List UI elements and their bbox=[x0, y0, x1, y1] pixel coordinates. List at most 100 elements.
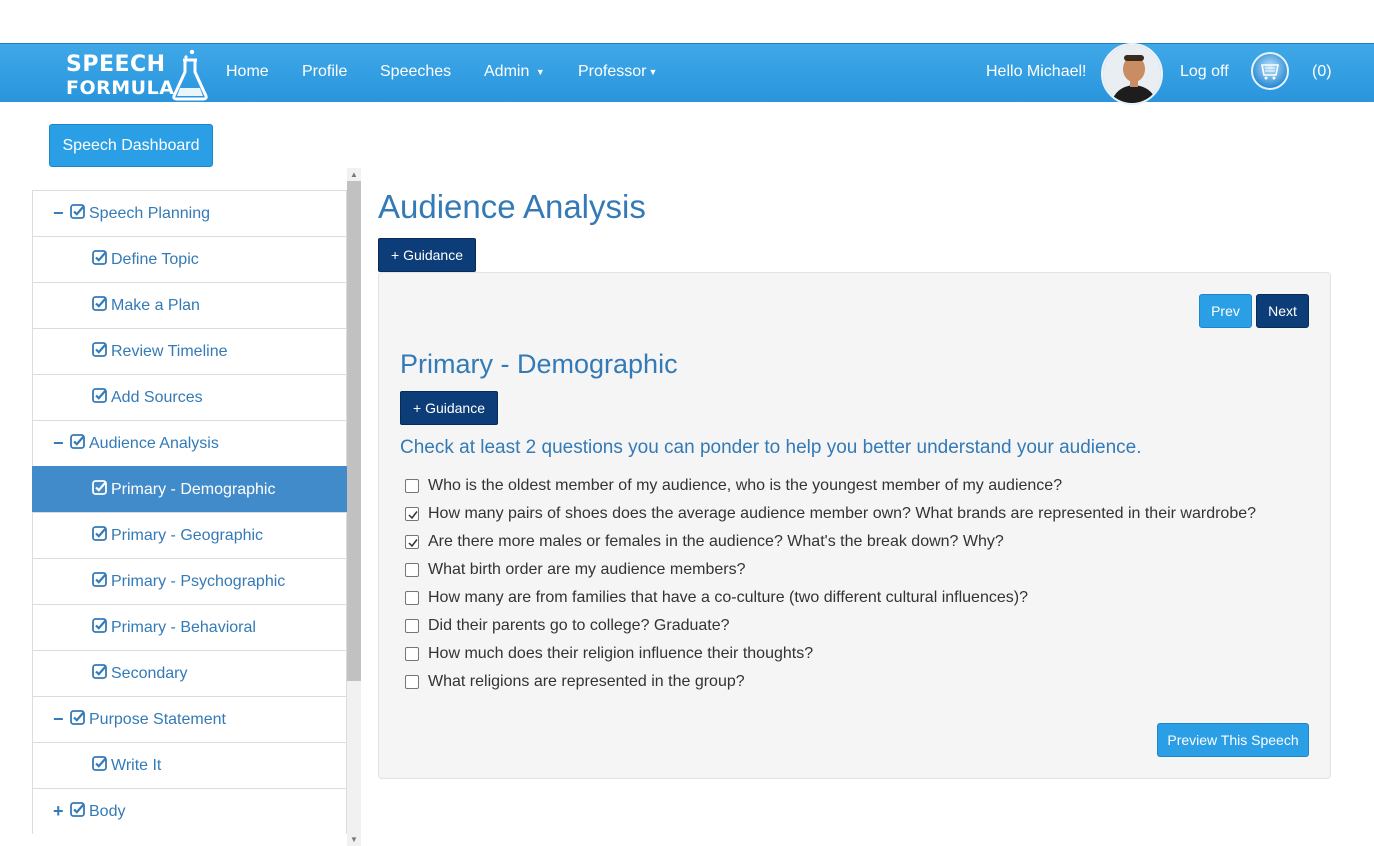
sidebar-item[interactable]: Secondary bbox=[32, 650, 347, 696]
sidebar-item[interactable]: Add Sources bbox=[32, 374, 347, 420]
nav-professor-label: Professor bbox=[578, 63, 647, 80]
speech-formula-logo[interactable]: SPEECH FORMULA bbox=[64, 49, 214, 101]
sidebar-item[interactable]: Review Timeline bbox=[32, 328, 347, 374]
check-square-icon bbox=[92, 479, 107, 500]
sidebar-item[interactable]: Primary - Geographic bbox=[32, 512, 347, 558]
nav-profile[interactable]: Profile bbox=[302, 63, 347, 81]
question-text[interactable]: How many are from families that have a c… bbox=[428, 589, 1028, 607]
sidebar-scrollbar[interactable]: ▲ ▼ bbox=[347, 168, 361, 846]
question-item: Are there more males or females in the a… bbox=[405, 528, 1256, 556]
checkbox-unchecked[interactable] bbox=[405, 591, 419, 605]
check-square-icon bbox=[92, 571, 107, 592]
checkbox-unchecked[interactable] bbox=[405, 563, 419, 577]
sidebar-item-label: Add Sources bbox=[111, 388, 203, 406]
sidebar-item[interactable]: − Speech Planning bbox=[32, 190, 347, 236]
sidebar-item-label: Secondary bbox=[111, 664, 188, 682]
sidebar-item-label: Primary - Geographic bbox=[111, 526, 264, 544]
sidebar-item[interactable]: + Body bbox=[32, 788, 347, 834]
cart-icon bbox=[1261, 64, 1279, 80]
check-square-icon bbox=[92, 755, 107, 776]
checkbox-checked[interactable] bbox=[405, 507, 419, 521]
collapse-icon[interactable]: − bbox=[53, 433, 67, 454]
prev-button[interactable]: Prev bbox=[1199, 294, 1252, 328]
sidebar-item[interactable]: Make a Plan bbox=[32, 282, 347, 328]
scroll-down-arrow-icon[interactable]: ▼ bbox=[347, 833, 361, 846]
section-title: Primary - Demographic bbox=[400, 349, 678, 379]
question-text[interactable]: Who is the oldest member of my audience,… bbox=[428, 477, 1062, 495]
check-square-icon bbox=[92, 341, 107, 362]
sidebar-item-label: Make a Plan bbox=[111, 296, 200, 314]
speech-dashboard-button[interactable]: Speech Dashboard bbox=[49, 124, 213, 167]
question-item: What birth order are my audience members… bbox=[405, 556, 1256, 584]
check-square-icon bbox=[70, 801, 85, 822]
question-text[interactable]: Are there more males or females in the a… bbox=[428, 533, 1004, 551]
preview-speech-button[interactable]: Preview This Speech bbox=[1157, 723, 1309, 757]
scroll-up-arrow-icon[interactable]: ▲ bbox=[347, 168, 361, 181]
nav-speeches[interactable]: Speeches bbox=[380, 63, 451, 81]
sidebar-item[interactable]: − Purpose Statement bbox=[32, 696, 347, 742]
question-text[interactable]: What religions are represented in the gr… bbox=[428, 673, 745, 691]
nav-professor-dropdown[interactable]: Professor ▼ bbox=[578, 63, 657, 81]
check-square-icon bbox=[70, 709, 85, 730]
check-square-icon bbox=[92, 249, 107, 270]
sidebar-item-label: Audience Analysis bbox=[89, 434, 219, 452]
question-item: Who is the oldest member of my audience,… bbox=[405, 472, 1256, 500]
check-square-icon bbox=[70, 433, 85, 454]
nav-admin-label: Admin bbox=[484, 63, 530, 80]
page-guidance-button[interactable]: + Guidance bbox=[378, 238, 476, 272]
nav-admin-dropdown[interactable]: Admin ▼ bbox=[484, 63, 545, 81]
question-item: What religions are represented in the gr… bbox=[405, 668, 1256, 696]
sidebar-item[interactable]: Write It bbox=[32, 742, 347, 788]
instruction-text: Check at least 2 questions you can ponde… bbox=[400, 437, 1142, 458]
section-guidance-button[interactable]: + Guidance bbox=[400, 391, 498, 425]
sidebar-item[interactable]: Define Topic bbox=[32, 236, 347, 282]
user-avatar[interactable] bbox=[1101, 43, 1163, 105]
next-button[interactable]: Next bbox=[1256, 294, 1309, 328]
caret-down-icon: ▼ bbox=[535, 66, 545, 77]
logo-text-line2: FORMULA bbox=[66, 77, 175, 99]
collapse-icon[interactable]: − bbox=[53, 709, 67, 730]
question-text[interactable]: How many pairs of shoes does the average… bbox=[428, 505, 1256, 523]
question-list: Who is the oldest member of my audience,… bbox=[405, 472, 1256, 696]
sidebar-item[interactable]: Primary - Demographic bbox=[32, 466, 347, 512]
sidebar-item-label: Primary - Demographic bbox=[111, 480, 276, 498]
sidebar-item-label: Define Topic bbox=[111, 250, 199, 268]
question-item: How many pairs of shoes does the average… bbox=[405, 500, 1256, 528]
nav-home[interactable]: Home bbox=[226, 63, 269, 81]
sidebar-item[interactable]: − Audience Analysis bbox=[32, 420, 347, 466]
cart-button[interactable] bbox=[1251, 52, 1289, 90]
checkbox-unchecked[interactable] bbox=[405, 479, 419, 493]
expand-icon[interactable]: + bbox=[53, 801, 67, 822]
collapse-icon[interactable]: − bbox=[53, 203, 67, 224]
checkbox-checked[interactable] bbox=[405, 535, 419, 549]
sidebar-item-label: Primary - Psychographic bbox=[111, 572, 286, 590]
sidebar-item-label: Speech Planning bbox=[89, 204, 210, 222]
sidebar-item[interactable]: Primary - Behavioral bbox=[32, 604, 347, 650]
logoff-link[interactable]: Log off bbox=[1180, 63, 1229, 81]
question-item: Did their parents go to college? Graduat… bbox=[405, 612, 1256, 640]
cart-count[interactable]: (0) bbox=[1312, 63, 1332, 81]
question-item: How many are from families that have a c… bbox=[405, 584, 1256, 612]
avatar-image bbox=[1103, 45, 1161, 103]
check-square-icon bbox=[92, 617, 107, 638]
question-text[interactable]: How much does their religion influence t… bbox=[428, 645, 813, 663]
check-square-icon bbox=[92, 387, 107, 408]
question-text[interactable]: Did their parents go to college? Graduat… bbox=[428, 617, 730, 635]
sidebar-item-label: Primary - Behavioral bbox=[111, 618, 256, 636]
greeting-link[interactable]: Hello Michael! bbox=[986, 63, 1086, 81]
check-square-icon bbox=[92, 295, 107, 316]
sidebar-nav: − Speech Planning Define Topic Make a Plan R… bbox=[32, 190, 347, 846]
checkbox-unchecked[interactable] bbox=[405, 619, 419, 633]
flask-icon bbox=[172, 49, 208, 101]
question-panel: Prev Next Primary - Demographic + Guidan… bbox=[378, 272, 1331, 779]
sidebar-item-label: Write It bbox=[111, 756, 162, 774]
checkbox-unchecked[interactable] bbox=[405, 675, 419, 689]
check-square-icon bbox=[92, 663, 107, 684]
check-square-icon bbox=[70, 203, 85, 224]
question-text[interactable]: What birth order are my audience members… bbox=[428, 561, 745, 579]
scrollbar-thumb[interactable] bbox=[347, 181, 361, 681]
page-title: Audience Analysis bbox=[378, 188, 646, 225]
caret-down-icon: ▼ bbox=[648, 66, 658, 77]
checkbox-unchecked[interactable] bbox=[405, 647, 419, 661]
sidebar-item[interactable]: Primary - Psychographic bbox=[32, 558, 347, 604]
